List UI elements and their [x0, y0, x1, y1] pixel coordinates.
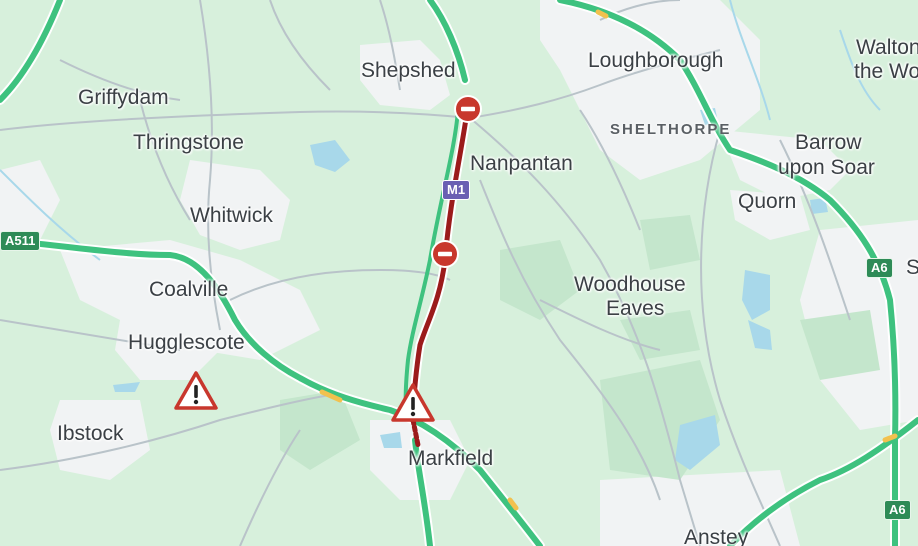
m1-road-shield: M1 — [442, 180, 471, 200]
district-label-shelthorpe: SHELTHORPE — [610, 121, 732, 138]
warning-triangle-icon[interactable] — [391, 383, 435, 422]
place-label-shepshed: Shepshed — [361, 59, 456, 82]
place-label-hugglescote: Hugglescote — [128, 331, 245, 354]
place-label-quorn: Quorn — [738, 190, 797, 213]
a511-road-shield: A511 — [0, 231, 41, 251]
place-label-whitwick: Whitwick — [190, 204, 273, 227]
place-label-barrow-line2: upon Soar — [778, 156, 875, 179]
no-entry-icon[interactable] — [431, 240, 459, 268]
place-label-loughborough: Loughborough — [588, 49, 724, 72]
place-label-barrow-line1: Barrow — [795, 131, 862, 154]
place-label-edge-s: S — [906, 256, 918, 279]
traffic-map[interactable]: M1 A511 A6 A6 Shepshed Loughborough Walt… — [0, 0, 918, 546]
place-label-nanpantan: Nanpantan — [470, 152, 573, 175]
place-label-anstey: Anstey — [684, 526, 749, 546]
place-label-walton-line2: the Wo — [854, 60, 918, 83]
place-label-woodhouse-line2: Eaves — [606, 297, 665, 320]
place-label-ibstock: Ibstock — [57, 422, 124, 445]
no-entry-icon[interactable] — [454, 95, 482, 123]
place-label-thringstone: Thringstone — [133, 131, 244, 154]
place-label-markfield: Markfield — [408, 447, 494, 470]
a6-road-shield-upper: A6 — [866, 258, 893, 278]
place-label-griffydam: Griffydam — [78, 86, 169, 109]
place-label-coalville: Coalville — [149, 278, 229, 301]
a6-road-shield-lower: A6 — [884, 500, 911, 520]
place-label-woodhouse-line1: Woodhouse — [574, 273, 686, 296]
place-label-walton-line1: Walton — [856, 36, 918, 59]
